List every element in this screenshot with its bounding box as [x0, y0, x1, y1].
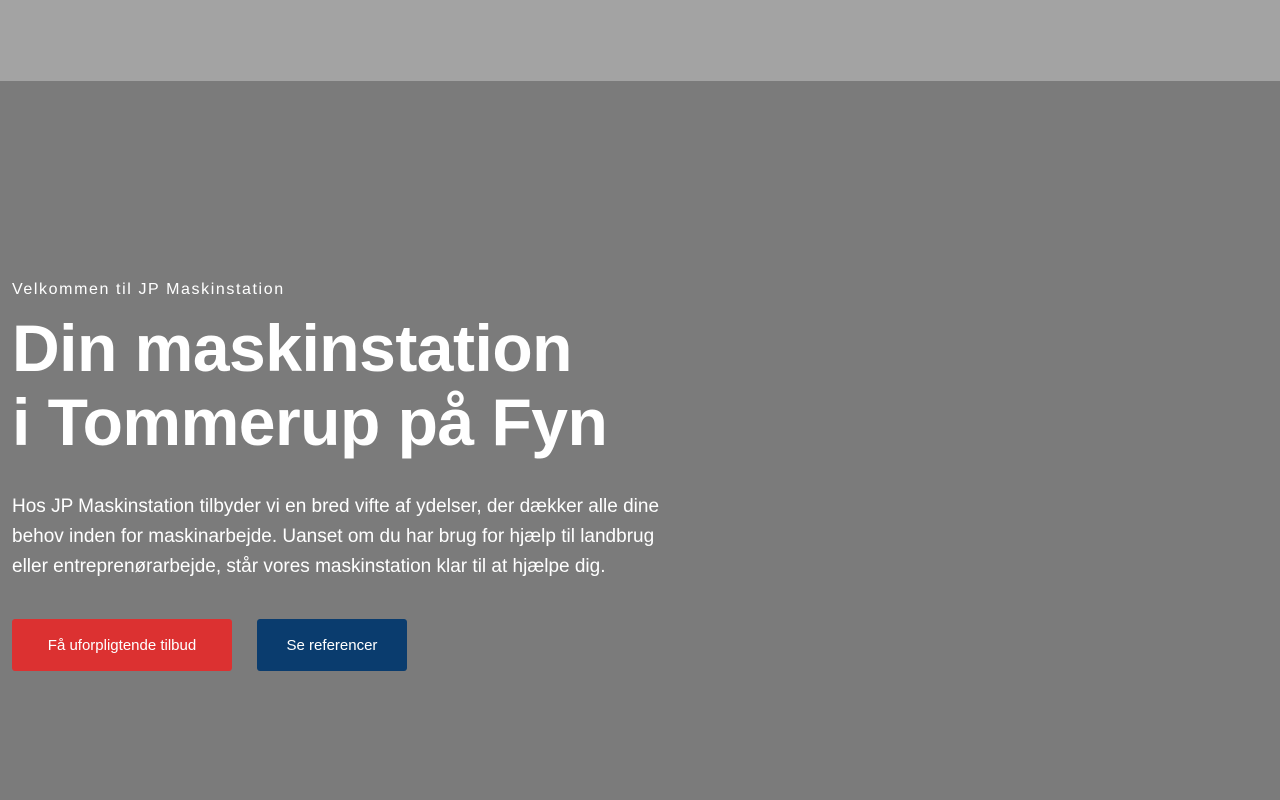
site-header: [0, 0, 1280, 81]
see-references-button[interactable]: Se referencer: [257, 619, 407, 671]
hero-headline-line-1: Din maskinstation: [12, 311, 572, 385]
hero-eyebrow: Velkommen til JP Maskinstation: [12, 281, 285, 298]
hero-section: Velkommen til JP Maskinstation Din maski…: [0, 81, 1280, 800]
hero-description: Hos JP Maskinstation tilbyder vi en bred…: [12, 496, 660, 577]
hero-headline: Din maskinstation i Tommerup på Fyn: [12, 311, 692, 459]
get-quote-button[interactable]: Få uforpligtende tilbud: [12, 619, 232, 671]
hero-actions: Få uforpligtende tilbud Se referencer: [12, 619, 692, 671]
hero-content: Velkommen til JP Maskinstation Din maski…: [12, 279, 692, 671]
hero-headline-line-2: i Tommerup på Fyn: [12, 385, 608, 459]
